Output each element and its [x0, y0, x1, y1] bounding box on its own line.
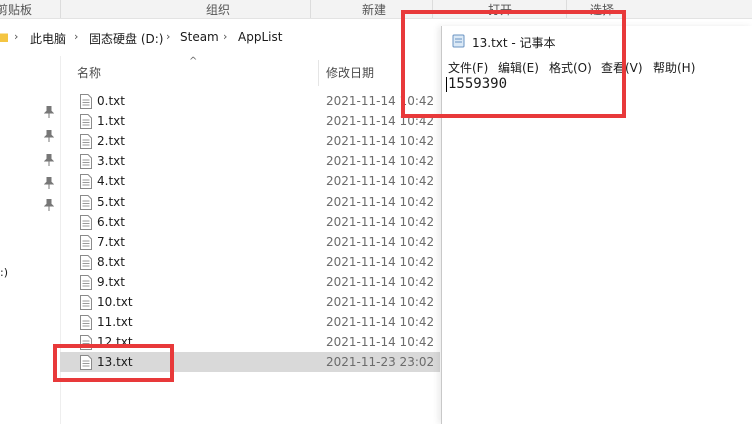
breadcrumb-steam[interactable]: Steam — [180, 30, 219, 44]
file-modified-date: 2021-11-14 10:42 — [326, 194, 435, 209]
file-row[interactable]: 5.txt 2021-11-14 10:42 — [60, 192, 440, 212]
file-name: 5.txt — [97, 194, 125, 209]
file-row[interactable]: 8.txt 2021-11-14 10:42 — [60, 252, 440, 272]
nav-drive-fragment[interactable]: :) — [0, 266, 8, 279]
pin-icon[interactable] — [44, 154, 54, 166]
text-file-icon — [80, 234, 92, 250]
sort-ascending-icon: ^ — [189, 56, 198, 67]
annotation-box-notepad — [401, 10, 626, 118]
text-file-icon — [80, 254, 92, 270]
file-modified-date: 2021-11-14 10:42 — [326, 134, 435, 149]
pin-icon[interactable] — [44, 177, 54, 189]
text-file-icon — [80, 214, 92, 230]
breadcrumb-applist[interactable]: AppList — [238, 30, 282, 44]
file-name: 10.txt — [97, 295, 133, 309]
file-modified-date: 2021-11-14 10:42 — [326, 234, 435, 249]
file-name: 3.txt — [97, 154, 125, 169]
text-file-icon — [80, 295, 92, 310]
text-file-icon — [80, 194, 92, 210]
file-name: 6.txt — [97, 214, 125, 229]
file-modified-date: 2021-11-14 10:42 — [326, 274, 435, 289]
column-divider — [318, 60, 319, 86]
chevron-right-icon: › — [14, 30, 19, 43]
file-name: 1.txt — [97, 114, 125, 129]
text-file-icon — [80, 94, 92, 109]
column-header-name[interactable]: 名称 — [77, 64, 101, 81]
breadcrumb-drive[interactable]: 固态硬盘 (D:) — [89, 30, 163, 47]
file-row[interactable]: 7.txt 2021-11-14 10:42 — [60, 232, 440, 252]
file-name: 11.txt — [97, 315, 133, 330]
navigation-pane[interactable]: :) — [0, 56, 61, 424]
ribbon-group-new: 新建 — [362, 3, 387, 17]
file-name: 4.txt — [97, 174, 125, 189]
text-file-icon — [80, 134, 92, 150]
file-row[interactable]: 1.txt 2021-11-14 10:42 — [60, 111, 440, 131]
text-file-icon — [80, 174, 92, 190]
text-file-icon — [80, 114, 92, 130]
file-name: 9.txt — [97, 274, 125, 289]
ribbon-group-organize: 组织 — [206, 3, 231, 17]
pin-icon[interactable] — [44, 130, 54, 142]
file-row[interactable]: 10.txt 2021-11-14 10:42 — [60, 292, 440, 312]
file-modified-date: 2021-11-14 10:42 — [326, 335, 435, 350]
file-name: 0.txt — [97, 94, 125, 108]
chevron-right-icon: › — [74, 30, 79, 43]
chevron-right-icon: › — [223, 30, 228, 43]
column-header-modified[interactable]: 修改日期 — [326, 64, 374, 81]
annotation-box-selected-file — [53, 344, 174, 382]
ribbon-group-clipboard: 剪贴板 — [0, 3, 33, 17]
file-name: 8.txt — [97, 254, 125, 269]
file-modified-date: 2021-11-14 10:42 — [326, 154, 435, 169]
file-row[interactable]: 11.txt 2021-11-14 10:42 — [60, 312, 440, 332]
file-row[interactable]: 6.txt 2021-11-14 10:42 — [60, 212, 440, 232]
file-modified-date: 2021-11-14 10:42 — [326, 315, 435, 330]
text-file-icon — [80, 154, 92, 170]
pin-icon[interactable] — [44, 199, 54, 211]
file-row[interactable]: 9.txt 2021-11-14 10:42 — [60, 272, 440, 292]
file-name: 7.txt — [97, 234, 125, 249]
file-modified-date: 2021-11-14 10:42 — [326, 214, 435, 229]
pin-icon[interactable] — [44, 106, 54, 118]
file-name: 2.txt — [97, 134, 125, 149]
text-file-icon — [80, 315, 92, 331]
breadcrumb-this-pc[interactable]: 此电脑 — [30, 30, 66, 47]
text-file-icon — [80, 274, 92, 290]
ribbon-group-labels: 剪贴板 组织 新建 打开 选择 — [0, 0, 752, 19]
menu-help[interactable]: 帮助(H) — [653, 59, 695, 76]
file-modified-date: 2021-11-14 10:42 — [326, 254, 435, 269]
file-row[interactable]: 2.txt 2021-11-14 10:42 — [60, 131, 440, 151]
file-row[interactable]: 3.txt 2021-11-14 10:42 — [60, 151, 440, 171]
file-modified-date: 2021-11-14 10:42 — [326, 295, 435, 309]
file-row[interactable]: 0.txt 2021-11-14 10:42 — [60, 91, 440, 111]
chevron-right-icon: › — [166, 30, 171, 43]
folder-icon — [0, 33, 8, 42]
file-modified-date: 2021-11-14 10:42 — [326, 174, 435, 189]
file-row[interactable]: 4.txt 2021-11-14 10:42 — [60, 171, 440, 191]
file-modified-date: 2021-11-23 23:02 — [326, 355, 435, 370]
